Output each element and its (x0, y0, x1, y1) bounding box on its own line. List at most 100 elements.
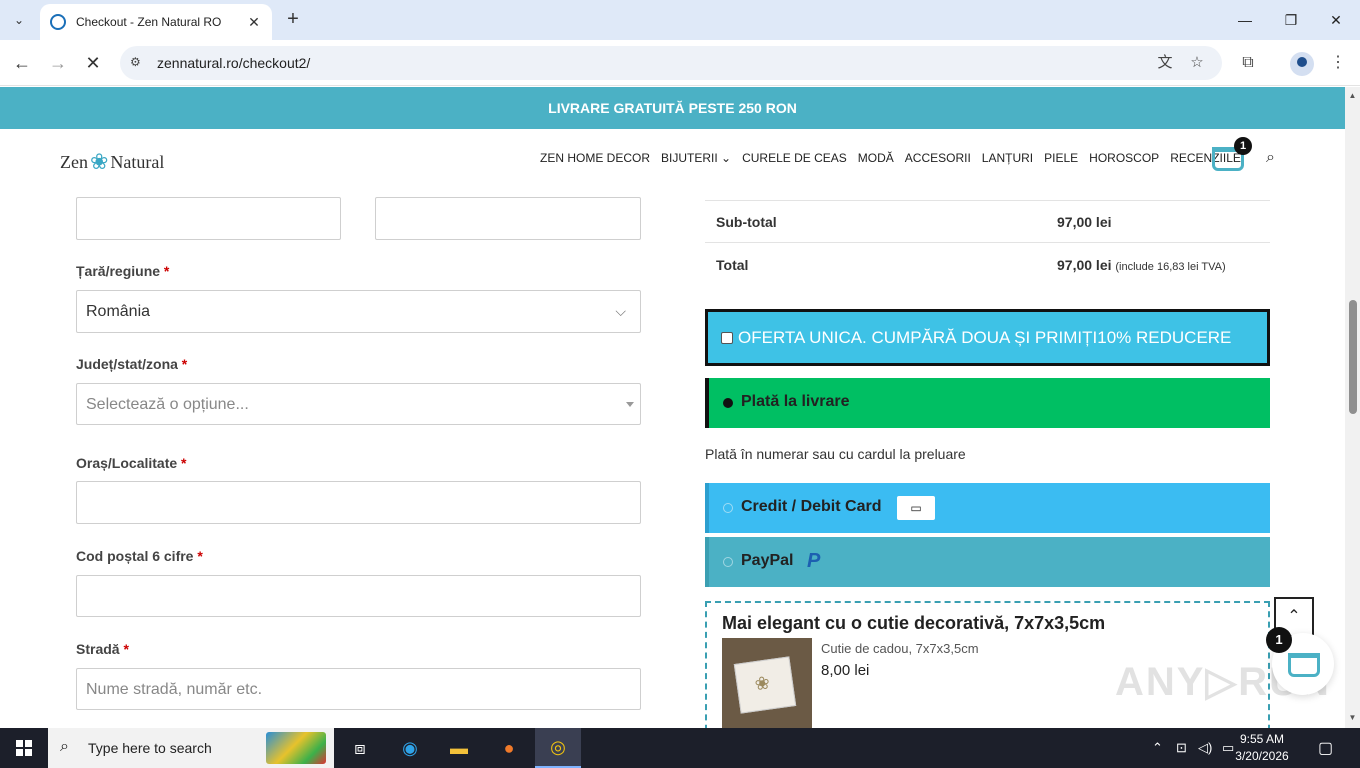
url-text[interactable]: zennatural.ro/checkout2/ (157, 55, 310, 71)
offer-text: OFERTA UNICA. CUMPĂRĂ DOUA ȘI PRIMIȚI10%… (738, 328, 1232, 347)
browser-tab[interactable]: Checkout - Zen Natural RO ✕ (40, 4, 272, 40)
paypal-radio[interactable] (723, 557, 733, 567)
minimize-button[interactable]: — (1230, 8, 1260, 32)
menu-item-accesorii[interactable]: ACCESORII (905, 151, 971, 165)
upsell-title: Mai elegant cu o cutie decorativă, 7x7x3… (722, 613, 1106, 633)
floating-cart-badge: 1 (1266, 627, 1292, 653)
zip-label: Cod poștal 6 cifre * (76, 548, 203, 564)
scroll-up-arrow-icon[interactable]: ▲ (1347, 91, 1358, 101)
logo-text-right: Natural (110, 151, 165, 172)
tab-close-icon[interactable]: ✕ (244, 12, 264, 32)
page-scrollbar[interactable]: ▲ ▼ (1345, 87, 1360, 728)
maximize-button[interactable]: ❐ (1276, 8, 1306, 32)
country-value: România (86, 303, 151, 320)
chrome-icon[interactable]: ◎ (535, 728, 581, 768)
forward-button[interactable]: → (46, 51, 70, 75)
header-cart-button[interactable]: 1 (1212, 137, 1252, 171)
menu-item-piele[interactable]: PIELE (1044, 151, 1078, 165)
total-vat-note: (include 16,83 lei TVA) (1115, 261, 1226, 273)
site-info-icon[interactable]: ⚙ (130, 55, 146, 71)
county-select[interactable]: Selectează o opțiune... (76, 383, 641, 425)
upsell-product-name[interactable]: Cutie de cadou, 7x7x3,5cm (821, 641, 979, 656)
menu-item-zen-home-decor[interactable]: ZEN HOME DECOR (540, 151, 650, 165)
street-label-text: Stradă (76, 641, 120, 657)
volume-icon[interactable]: ◁) (1198, 740, 1212, 756)
basket-icon (1288, 653, 1320, 677)
card-label: Credit / Debit Card (741, 498, 882, 515)
floating-cart-button[interactable]: 1 (1266, 627, 1334, 695)
search-highlight-image (266, 732, 326, 764)
file-explorer-icon[interactable]: ▬ (436, 728, 482, 768)
last-name-field[interactable] (375, 197, 641, 240)
unique-offer-box[interactable]: OFERTA UNICA. CUMPĂRĂ DOUA ȘI PRIMIȚI10%… (705, 309, 1270, 366)
cod-label: Plată la livrare (741, 393, 850, 410)
menu-item-lanturi[interactable]: LANȚURI (982, 151, 1033, 165)
notifications-icon[interactable]: ▢ (1318, 738, 1333, 758)
network-icon[interactable]: ⊡ (1176, 740, 1187, 756)
taskbar-search[interactable]: ⌕ Type here to search (48, 728, 334, 768)
payment-paypal-option[interactable]: PayPal P (705, 537, 1270, 587)
menu-item-bijuterii[interactable]: BIJUTERII ⌄ (661, 151, 731, 165)
profile-avatar[interactable] (1290, 52, 1314, 76)
menu-item-horoscop[interactable]: HOROSCOP (1089, 151, 1159, 165)
new-tab-button[interactable]: + (282, 9, 304, 31)
menu-item-moda[interactable]: MODĂ (858, 151, 894, 165)
translate-icon[interactable]: 文 (1156, 54, 1174, 72)
stop-loading-button[interactable]: ✕ (81, 51, 105, 75)
county-placeholder: Selectează o opțiune... (86, 396, 249, 413)
offer-checkbox[interactable] (721, 332, 733, 344)
windows-logo-icon (16, 740, 32, 756)
firefox-icon[interactable]: ● (486, 728, 532, 768)
tab-title: Checkout - Zen Natural RO (76, 15, 222, 29)
city-label-text: Oraș/Localitate (76, 455, 178, 471)
start-button[interactable] (0, 728, 48, 768)
zip-field[interactable] (76, 575, 641, 617)
site-logo[interactable]: Zen ❀ Natural (60, 147, 164, 177)
edge-browser-icon[interactable]: ◉ (387, 728, 433, 768)
tab-search-button[interactable]: ⌄ (6, 8, 32, 32)
taskbar-clock[interactable]: 9:55 AM 3/20/2026 (1234, 731, 1290, 765)
menu-item-curele-de-ceas[interactable]: CURELE DE CEAS (742, 151, 847, 165)
payment-card-option[interactable]: Credit / Debit Card ▭ (705, 483, 1270, 533)
page-viewport: LIVRARE GRATUITĂ PESTE 250 RON Zen ❀ Nat… (0, 87, 1345, 728)
search-icon: ⌕ (60, 738, 69, 755)
bookmark-star-icon[interactable]: ☆ (1188, 54, 1206, 72)
search-icon[interactable]: ⌕ (1266, 149, 1284, 167)
payment-cod-option[interactable]: Plată la livrare (705, 378, 1270, 428)
extensions-icon[interactable]: ⧉ (1237, 52, 1259, 74)
zip-label-text: Cod poștal 6 cifre (76, 548, 194, 564)
back-button[interactable]: ← (10, 51, 34, 75)
gift-box-graphic (733, 656, 797, 714)
chevron-down-icon: ⌵ (615, 303, 626, 319)
divider (705, 200, 1270, 201)
credit-card-icon: ▭ (897, 496, 935, 520)
required-mark: * (163, 263, 170, 279)
country-select[interactable]: România ⌵ (76, 290, 641, 333)
address-bar[interactable]: ⚙ zennatural.ro/checkout2/ 文 ☆ (120, 46, 1222, 80)
scroll-down-arrow-icon[interactable]: ▼ (1347, 713, 1358, 723)
task-view-icon[interactable]: ⧈ (337, 728, 383, 768)
cod-description: Plată în numerar sau cu cardul la prelua… (705, 446, 966, 462)
country-label: Țară/regiune * (76, 263, 169, 279)
city-field[interactable] (76, 481, 641, 524)
gift-box-image[interactable] (722, 638, 812, 728)
city-label: Oraș/Localitate * (76, 455, 187, 471)
taskbar-search-text: Type here to search (88, 740, 212, 756)
first-name-field[interactable] (76, 197, 341, 240)
language-icon[interactable]: ▭ (1222, 740, 1234, 756)
site-favicon-icon (50, 14, 66, 30)
browser-menu-icon[interactable]: ⋮ (1327, 52, 1349, 74)
card-radio[interactable] (723, 503, 733, 513)
clock-time: 9:55 AM (1239, 732, 1285, 746)
dropdown-arrow-icon (626, 402, 634, 407)
paypal-label: PayPal (741, 552, 794, 569)
browser-tabstrip: ⌄ Checkout - Zen Natural RO ✕ + — ❐ ✕ (0, 0, 1360, 40)
paypal-logo-icon: P (807, 550, 821, 572)
scrollbar-thumb[interactable] (1349, 300, 1357, 414)
required-mark: * (197, 548, 203, 564)
street-field[interactable]: Nume stradă, număr etc. (76, 668, 641, 710)
total-value: 97,00 lei (1057, 257, 1112, 273)
tray-overflow-icon[interactable]: ⌃ (1152, 740, 1163, 756)
close-window-button[interactable]: ✕ (1321, 8, 1351, 32)
cod-radio[interactable] (723, 398, 733, 408)
